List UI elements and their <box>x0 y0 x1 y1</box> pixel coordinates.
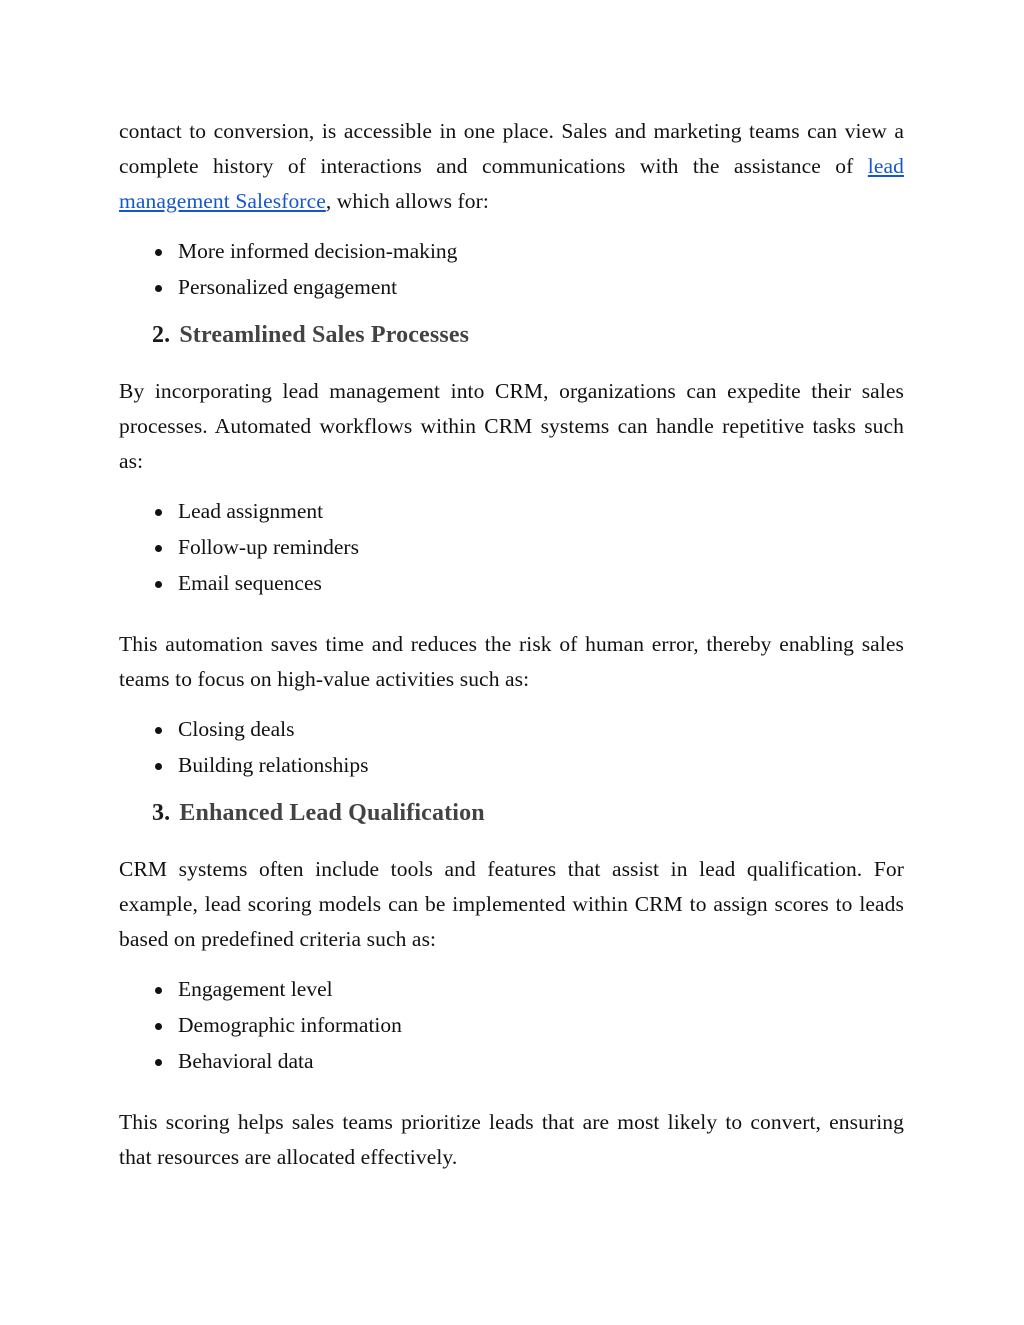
document-page: contact to conversion, is accessible in … <box>0 0 1024 1325</box>
heading-enhanced-lead-qualification: 3. Enhanced Lead Qualification <box>119 795 904 831</box>
list-item: Follow-up reminders <box>119 530 904 565</box>
list-item: Behavioral data <box>119 1044 904 1079</box>
list-item-label: Closing deals <box>178 717 295 742</box>
intro-paragraph: contact to conversion, is accessible in … <box>119 114 904 218</box>
list-item-label: Behavioral data <box>178 1048 314 1073</box>
list-item: Lead assignment <box>119 494 904 529</box>
list-item-label: More informed decision-making <box>178 239 458 264</box>
list-item-label: Personalized engagement <box>178 275 398 300</box>
list-item-label: Building relationships <box>178 753 369 778</box>
paragraph-automation-saves: This automation saves time and reduces t… <box>119 631 904 691</box>
heading-title: Enhanced Lead Qualification <box>179 799 485 826</box>
list-item: More informed decision-making <box>119 234 904 269</box>
list-item-label: Engagement level <box>178 977 333 1002</box>
list-item-label: Lead assignment <box>178 499 324 524</box>
list-item-label: Follow-up reminders <box>178 535 359 560</box>
list-item: Engagement level <box>119 972 904 1007</box>
bullet-list-automation: Lead assignment Follow-up reminders Emai… <box>119 494 904 600</box>
heading-title: Streamlined Sales Processes <box>179 321 470 348</box>
bullet-list-highvalue: Closing deals Building relationships <box>119 712 904 783</box>
paragraph-qualification: CRM systems often include tools and feat… <box>119 856 904 951</box>
paragraph-streamlined: By incorporating lead management into CR… <box>119 378 904 473</box>
heading-streamlined-sales-processes: 2. Streamlined Sales Processes <box>119 317 904 353</box>
heading-number: 2. <box>152 321 171 348</box>
paragraph-scoring: This scoring helps sales teams prioritiz… <box>119 1109 904 1169</box>
list-item: Email sequences <box>119 566 904 601</box>
list-item: Personalized engagement <box>119 270 904 305</box>
list-item-label: Email sequences <box>178 570 322 595</box>
bullet-list-benefits: More informed decision-making Personaliz… <box>119 234 904 305</box>
heading-number: 3. <box>152 799 171 826</box>
intro-paragraph-lead-text: contact to conversion, is accessible in … <box>119 119 904 178</box>
list-item: Demographic information <box>119 1008 904 1043</box>
list-item-label: Demographic information <box>178 1013 402 1038</box>
list-item: Building relationships <box>119 748 904 783</box>
document-body: contact to conversion, is accessible in … <box>119 114 904 1174</box>
list-item: Closing deals <box>119 712 904 747</box>
intro-paragraph-tail-text: , which allows for: <box>325 188 489 213</box>
bullet-list-criteria: Engagement level Demographic information… <box>119 972 904 1078</box>
